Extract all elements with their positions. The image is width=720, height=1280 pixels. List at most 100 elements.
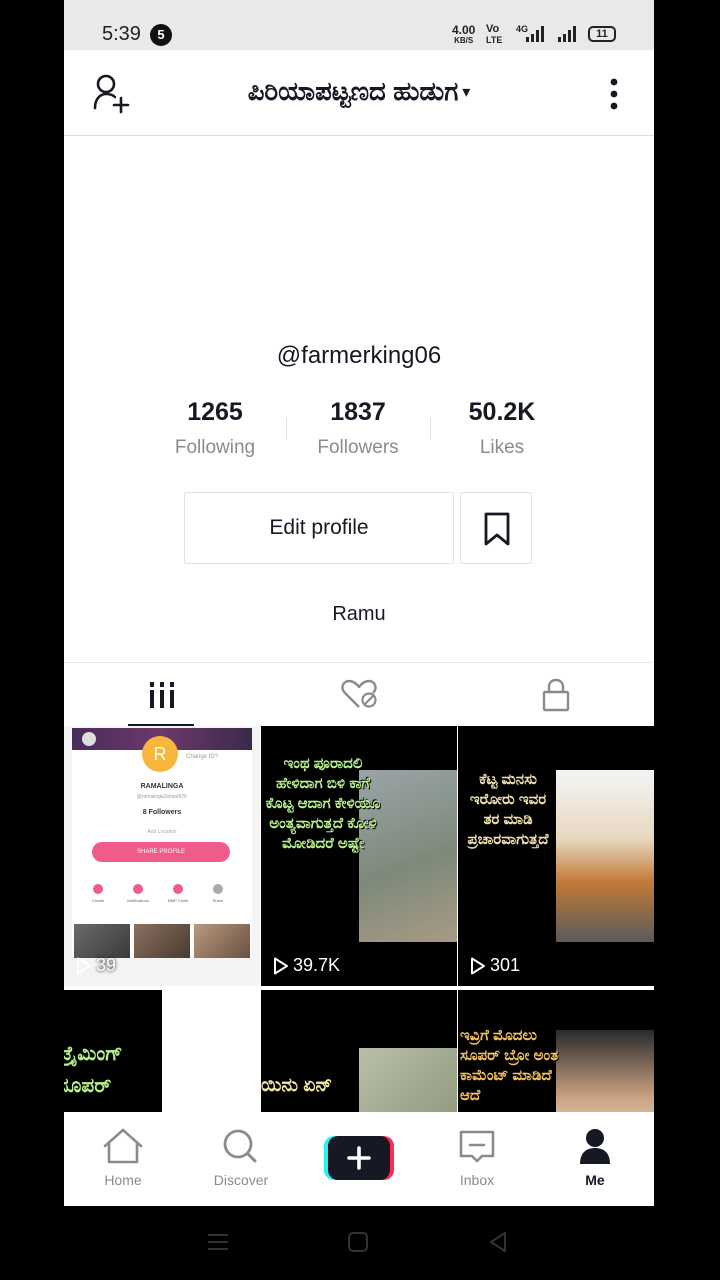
video-caption: ಕೆಟ್ಟ ಮನಸು ಇರೋರು ಇವರ ತರ ಮಾಡಿ ಪ್ರಚಾರವಾಗುತ…: [467, 771, 549, 848]
embedded-thumb: [134, 924, 190, 958]
view-count-value: 39: [96, 955, 117, 975]
stat-value: 50.2K: [468, 398, 536, 426]
video-thumbnail: [359, 1048, 457, 1112]
video-caption: ಇವ್ರಿಗೆ ಮೊದಲು ಸೂಪರ್ ಬ್ರೋ ಅಂತ ಕಾಮೆಂಟ್ ಮಾಡ…: [460, 1027, 559, 1104]
home-button-icon[interactable]: [346, 1230, 370, 1254]
play-icon: [471, 957, 485, 974]
stat-label: Likes: [479, 437, 525, 458]
nav-label: Home: [104, 1172, 142, 1188]
bio-text: Ramu: [332, 603, 386, 625]
embedded-shortcut: MMP Clubb: [158, 884, 198, 903]
stat-value: 1837: [330, 398, 386, 426]
video-tile[interactable]: ಕೆಟ್ಟ ಮನಸು ಇರೋರು ಇವರ ತರ ಮಾಡಿ ಪ್ರಚಾರವಾಗುತ…: [458, 726, 654, 986]
embedded-change-label: Change ID?: [186, 754, 219, 760]
stat-following[interactable]: 1265 Following: [143, 398, 287, 459]
play-icon: [274, 957, 288, 974]
tab-private[interactable]: [458, 663, 654, 727]
nav-label: Discover: [213, 1172, 269, 1188]
video-caption: ಇಂಥ ಪೂರಾದಲಿ ಹೇಳಿದಾಗ ಬಿಳಿ ಕಾಗೆ ಕೊಟ್ಟ ಆದಾಗ…: [265, 755, 381, 852]
username: @farmerking06: [276, 342, 442, 369]
network-speed-unit: KB/S: [454, 36, 474, 45]
network-speed-value: 4.00: [452, 23, 476, 37]
create-video-button[interactable]: [300, 1112, 418, 1206]
notification-count-badge: 5: [150, 24, 172, 46]
video-caption: ಯಿನು ಏನ್: [261, 1075, 333, 1096]
profile-tabs: [64, 662, 654, 727]
embedded-thumb: [194, 924, 250, 958]
embedded-shortcut-dot: [93, 884, 103, 894]
nav-label: Inbox: [459, 1172, 495, 1188]
view-count: 39.7K: [273, 955, 340, 976]
embedded-avatar: R: [142, 736, 178, 772]
volte-label: Vo: [486, 23, 500, 35]
video-emoji: 😀😀: [470, 893, 529, 924]
stat-likes[interactable]: 50.2K Likes: [430, 398, 574, 459]
embedded-add-label: Add Location: [147, 829, 177, 835]
view-count-value: 301: [490, 955, 521, 975]
video-grid: R Change ID? RAMALINGA @ramalinga2shoot9…: [64, 726, 654, 1112]
favorites-button[interactable]: [460, 492, 532, 564]
video-thumbnail: [556, 770, 654, 942]
embedded-shortcut: Create: [78, 884, 118, 903]
stat-label: Following: [174, 437, 256, 458]
bottom-nav: Home Discover Inbox Me: [64, 1112, 654, 1206]
grid-icon: [150, 682, 174, 708]
nav-home[interactable]: Home: [64, 1112, 182, 1206]
embedded-profile-card: R Change ID? RAMALINGA @ramalinga2shoot9…: [72, 728, 252, 958]
bookmark-icon: [484, 512, 510, 546]
status-bar: 5:39 5 4.00 KB/S Vo LTE 4G 11: [64, 0, 654, 50]
embedded-shortcut-label: Notifications: [127, 898, 149, 903]
recents-icon[interactable]: [204, 1230, 232, 1254]
home-icon: [103, 1128, 143, 1164]
view-count-value: 39.7K: [293, 955, 341, 975]
tab-videos[interactable]: [64, 663, 260, 727]
embedded-shortcut-label: Share: [212, 898, 224, 903]
stat-followers[interactable]: 1837 Followers: [286, 398, 430, 459]
edit-profile-button[interactable]: Edit profile: [184, 492, 454, 564]
embedded-handle: @ramalinga2shoot97F: [136, 794, 188, 800]
stat-value: 1265: [187, 398, 243, 426]
network-speed: 4.00 KB/S: [452, 24, 475, 45]
embedded-camera-icon: [82, 732, 96, 746]
status-time: 5:39: [102, 23, 141, 45]
account-switcher[interactable]: ಪಿರಿಯಾಪಟ್ಟಣದ ಹುಡುಗ ▾: [64, 76, 654, 108]
battery-icon: 11: [588, 26, 616, 42]
play-icon: [77, 957, 91, 974]
video-caption: ಟ್ರೈಮಿಂಗ್ ಸೂಪರ್: [64, 1043, 123, 1097]
lte-label: LTE: [486, 35, 503, 45]
back-icon[interactable]: [486, 1230, 510, 1254]
embedded-shortcut: Share: [198, 884, 238, 903]
video-thumbnail: [162, 990, 260, 1112]
app-screen: 5:39 5 4.00 KB/S Vo LTE 4G 11 ಪಿರಿಯಾಪಟ್ಟ…: [64, 0, 654, 1206]
signal-icon-2: [558, 26, 578, 42]
video-tile[interactable]: ಯಿನು ಏನ್: [261, 990, 457, 1112]
view-count: 39: [76, 955, 116, 976]
video-tile[interactable]: ಇವ್ರಿಗೆ ಮೊದಲು ಸೂಪರ್ ಬ್ರೋ ಅಂತ ಕಾಮೆಂಟ್ ಮಾಡ…: [458, 990, 654, 1112]
profile-icon: [580, 1129, 610, 1164]
embedded-shortcut: Notifications: [118, 884, 158, 903]
plus-icon: [324, 1136, 394, 1180]
more-options-button[interactable]: [602, 76, 626, 112]
nav-label: Me: [585, 1172, 605, 1188]
chevron-down-icon: ▾: [462, 84, 471, 101]
nav-me[interactable]: Me: [536, 1112, 654, 1206]
lock-icon: [542, 678, 570, 712]
tab-liked[interactable]: [261, 663, 457, 727]
video-tile[interactable]: ಇಂಥ ಪೂರಾದಲಿ ಹೇಳಿದಾಗ ಬಿಳಿ ಕಾಗೆ ಕೊಟ್ಟ ಆದಾಗ…: [261, 726, 457, 986]
signal-icon-1: [526, 26, 544, 42]
stat-label: Followers: [317, 437, 399, 458]
nav-discover[interactable]: Discover: [182, 1112, 300, 1206]
embedded-shortcut-dot: [173, 884, 183, 894]
embedded-shortcut-label: MMP Clubb: [167, 898, 189, 903]
app-header: ಪಿರಿಯಾಪಟ್ಟಣದ ಹುಡುಗ ▾: [64, 50, 654, 136]
nav-inbox[interactable]: Inbox: [418, 1112, 536, 1206]
embedded-shortcut-dot: [133, 884, 143, 894]
embedded-name: RAMALINGA: [140, 783, 184, 790]
video-tile[interactable]: ಟ್ರೈಮಿಂಗ್ ಸೂಪರ್: [64, 990, 260, 1112]
view-count: 301: [470, 955, 520, 976]
video-tile[interactable]: R Change ID? RAMALINGA @ramalinga2shoot9…: [64, 726, 260, 986]
embedded-share-button: SHARE PROFILE: [92, 842, 230, 862]
video-thumbnail: [556, 1030, 654, 1112]
page-title: ಪಿರಿಯಾಪಟ್ಟಣದ ಹುಡುಗ: [247, 76, 459, 106]
volte-indicator: Vo LTE: [486, 23, 503, 46]
